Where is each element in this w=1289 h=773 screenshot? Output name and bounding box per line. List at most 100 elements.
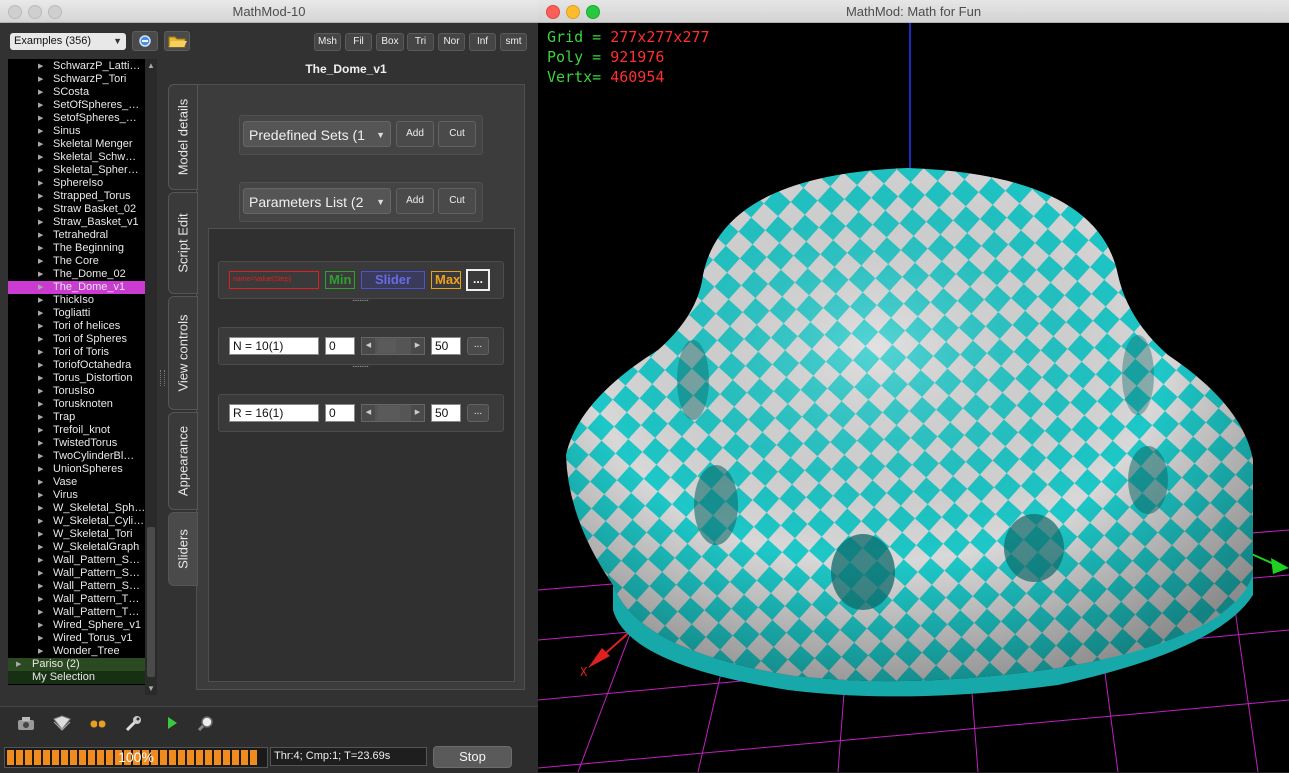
tree-item[interactable]: ▶ Trefoil_knot: [8, 424, 145, 437]
expand-arrow-icon[interactable]: ▶: [38, 151, 43, 164]
mathmod-render-window[interactable]: X MathMod: Math for Fun: [538, 0, 1289, 772]
examples-tree[interactable]: ▶ SchwarzP_Latti… ▶ SchwarzP_Tori ▶ SCosta ▶ Se…: [8, 59, 145, 685]
tree-item[interactable]: ▶ Wall_Pattern_S…: [8, 554, 145, 567]
tree-item[interactable]: ▶ Straw_Basket_v1: [8, 216, 145, 229]
expand-arrow-icon[interactable]: ▶: [38, 229, 43, 242]
slider-r-min[interactable]: 0: [325, 404, 355, 422]
tree-item[interactable]: ▶ Wall_Pattern_S…: [8, 580, 145, 593]
tree-item[interactable]: ▶ Tetrahedral: [8, 229, 145, 242]
slider-r-more-button[interactable]: ...: [467, 404, 489, 422]
scrollbar-thumb[interactable]: [147, 527, 155, 677]
tree-item[interactable]: ▶ Wall_Pattern_T…: [8, 606, 145, 619]
tree-group-my-selection[interactable]: My Selection: [8, 671, 145, 684]
cut-parameter-button[interactable]: Cut: [438, 188, 476, 214]
expand-arrow-icon[interactable]: ▶: [38, 307, 43, 320]
expand-arrow-icon[interactable]: ▶: [38, 515, 43, 528]
expand-arrow-icon[interactable]: ▶: [38, 125, 43, 138]
tree-item[interactable]: ▶ Trap: [8, 411, 145, 424]
tree-item[interactable]: ▶ Skeletal_Spher…: [8, 164, 145, 177]
tree-item[interactable]: ▶ SCosta: [8, 86, 145, 99]
tree-item[interactable]: ▶ The Beginning: [8, 242, 145, 255]
slider-n-min[interactable]: 0: [325, 337, 355, 355]
expand-arrow-icon[interactable]: ▶: [38, 398, 43, 411]
expand-arrow-icon[interactable]: ▶: [38, 411, 43, 424]
expand-arrow-icon[interactable]: ▶: [38, 619, 43, 632]
tree-item[interactable]: ▶ SetofSpheres_…: [8, 112, 145, 125]
tree-group-pariso[interactable]: ▶ Pariso (2): [8, 658, 145, 671]
tree-item[interactable]: ▶ SetOfSpheres_…: [8, 99, 145, 112]
slider-r-max[interactable]: 50: [431, 404, 461, 422]
tree-item[interactable]: ▶ W_SkeletalGraph: [8, 541, 145, 554]
open-folder-button[interactable]: [164, 31, 190, 51]
expand-arrow-icon[interactable]: ▶: [38, 476, 43, 489]
expand-arrow-icon[interactable]: ▶: [38, 294, 43, 307]
splitter-handle[interactable]: [160, 370, 165, 386]
tree-item[interactable]: ▶ W_Skeletal_Cyli…: [8, 515, 145, 528]
toolbar-button-inf[interactable]: Inf: [469, 33, 496, 51]
add-parameter-button[interactable]: Add: [396, 188, 434, 214]
expand-arrow-icon[interactable]: ▶: [38, 320, 43, 333]
expand-arrow-icon[interactable]: ▶: [38, 203, 43, 216]
tree-item[interactable]: ▶ Tori of helices: [8, 320, 145, 333]
slider-n-more-button[interactable]: ...: [467, 337, 489, 355]
render-viewport[interactable]: X: [538, 0, 1289, 772]
expand-arrow-icon[interactable]: ▶: [38, 73, 43, 86]
expand-arrow-icon[interactable]: ▶: [38, 99, 43, 112]
slider-right-arrow-icon[interactable]: ▶: [411, 338, 424, 354]
expand-arrow-icon[interactable]: ▶: [38, 281, 43, 294]
expand-arrow-icon[interactable]: ▶: [38, 424, 43, 437]
expand-arrow-icon[interactable]: ▶: [38, 593, 43, 606]
expand-arrow-icon[interactable]: ▶: [38, 86, 43, 99]
tree-item[interactable]: ▶ Wall_Pattern_T…: [8, 593, 145, 606]
wrench-icon[interactable]: [124, 714, 144, 732]
slider-left-arrow-icon[interactable]: ◀: [362, 405, 375, 421]
tree-item[interactable]: ▶ Torusknoten: [8, 398, 145, 411]
expand-arrow-icon[interactable]: ▶: [38, 255, 43, 268]
add-set-button[interactable]: Add: [396, 121, 434, 147]
toolbar-button-msh[interactable]: Msh: [314, 33, 341, 51]
tab-script-edit[interactable]: Script Edit: [168, 192, 198, 294]
expand-arrow-icon[interactable]: ▶: [38, 502, 43, 515]
expand-arrow-icon[interactable]: ▶: [38, 463, 43, 476]
stop-button[interactable]: Stop: [433, 746, 512, 768]
slider-left-arrow-icon[interactable]: ◀: [362, 338, 375, 354]
tree-item[interactable]: ▶ ThickIso: [8, 294, 145, 307]
play-icon[interactable]: [162, 714, 182, 732]
glasses-icon[interactable]: [88, 714, 108, 732]
expand-arrow-icon[interactable]: ▶: [16, 658, 21, 671]
tree-item[interactable]: ▶ Torus_Distortion: [8, 372, 145, 385]
slider-r-name[interactable]: R = 16(1): [229, 404, 319, 422]
tree-item[interactable]: ▶ The_Dome_02: [8, 268, 145, 281]
tree-item[interactable]: ▶ Sinus: [8, 125, 145, 138]
expand-arrow-icon[interactable]: ▶: [38, 242, 43, 255]
slider-n-max[interactable]: 50: [431, 337, 461, 355]
tree-item[interactable]: ▶ Wired_Sphere_v1: [8, 619, 145, 632]
expand-arrow-icon[interactable]: ▶: [38, 554, 43, 567]
tree-item[interactable]: ▶ Tori of Spheres: [8, 333, 145, 346]
tab-sliders[interactable]: Sliders: [168, 512, 198, 586]
toolbar-button-fil[interactable]: Fil: [345, 33, 372, 51]
tab-model-details[interactable]: Model details: [168, 84, 198, 190]
tree-item[interactable]: ▶ W_Skeletal_Tori: [8, 528, 145, 541]
tree-scrollbar[interactable]: ▲ ▼: [145, 59, 157, 695]
tab-appearance[interactable]: Appearance: [168, 412, 198, 510]
tree-item[interactable]: ▶ Virus: [8, 489, 145, 502]
tree-item[interactable]: ▶ Strapped_Torus: [8, 190, 145, 203]
expand-arrow-icon[interactable]: ▶: [38, 372, 43, 385]
expand-arrow-icon[interactable]: ▶: [38, 541, 43, 554]
tree-item[interactable]: ▶ TorusIso: [8, 385, 145, 398]
expand-arrow-icon[interactable]: ▶: [38, 528, 43, 541]
expand-arrow-icon[interactable]: ▶: [38, 359, 43, 372]
tree-item[interactable]: ▶ SchwarzP_Latti…: [8, 60, 145, 73]
expand-arrow-icon[interactable]: ▶: [38, 580, 43, 593]
tree-item[interactable]: ▶ SchwarzP_Tori: [8, 73, 145, 86]
tree-item[interactable]: ▶ The_Dome_v1: [8, 281, 145, 294]
expand-arrow-icon[interactable]: ▶: [38, 138, 43, 151]
tree-item[interactable]: ▶ TwistedTorus: [8, 437, 145, 450]
tree-item[interactable]: ▶ Tori of Toris: [8, 346, 145, 359]
tree-item[interactable]: ▶ The Core: [8, 255, 145, 268]
expand-arrow-icon[interactable]: ▶: [38, 489, 43, 502]
expand-arrow-icon[interactable]: ▶: [38, 346, 43, 359]
tree-item[interactable]: ▶ ToriofOctahedra: [8, 359, 145, 372]
slider-n-track[interactable]: ◀ ▶: [361, 337, 425, 355]
